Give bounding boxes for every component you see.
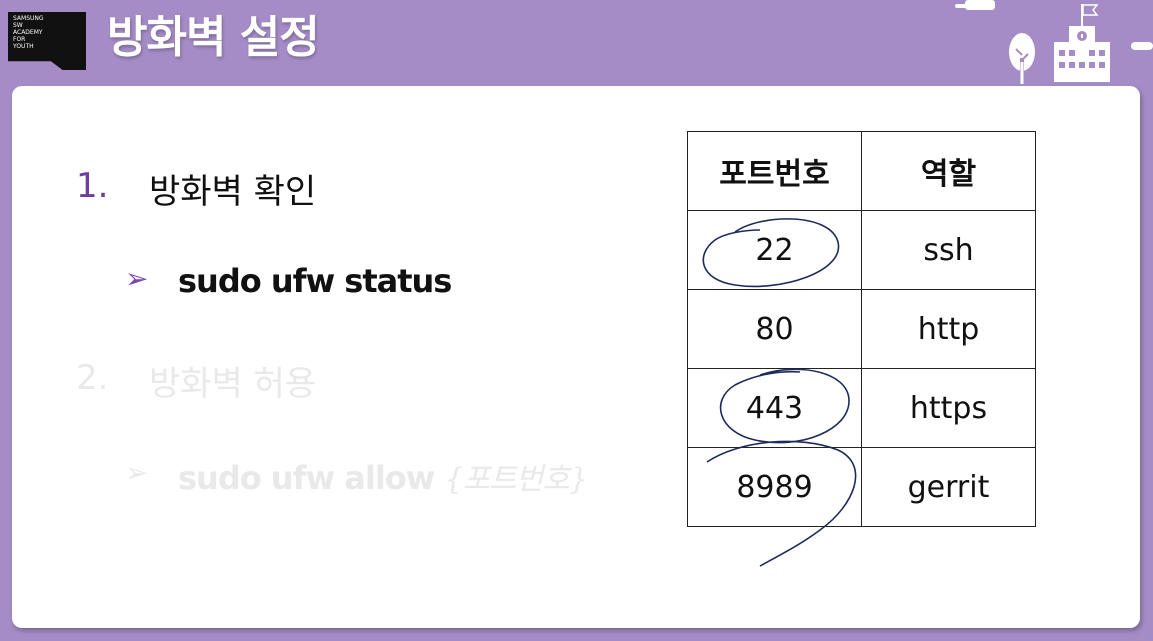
flag-icon: [1081, 4, 1099, 26]
ports-table: 포트번호 역할 22 ssh 80 http 443 https 8989 ge…: [687, 131, 1036, 527]
table-row: 8989 gerrit: [687, 447, 1036, 527]
port-cell: 8989: [687, 447, 862, 527]
arrow-bullet-icon: ➢: [125, 456, 149, 489]
table-row: 80 http: [687, 289, 1036, 369]
cloud-icon: [965, 0, 995, 10]
school-building-icon: [1054, 26, 1110, 82]
step-2-number: 2.: [76, 358, 109, 398]
step-2-command-arg: {포트번호}: [444, 462, 588, 497]
step-1-command: sudo ufw status: [178, 262, 452, 300]
table-row: 22 ssh: [687, 210, 1036, 290]
arrow-bullet-icon: ➢: [125, 262, 149, 295]
academy-logo: SAMSUNG SW ACADEMY FOR YOUTH: [8, 12, 86, 70]
role-cell: https: [861, 368, 1036, 448]
header-port-number: 포트번호: [687, 131, 862, 211]
tree-icon: [1009, 33, 1035, 84]
step-1-heading: 방화벽 확인: [149, 172, 317, 212]
table-row: 443 https: [687, 368, 1036, 448]
port-cell: 22: [687, 210, 862, 290]
role-cell: ssh: [861, 210, 1036, 290]
port-cell: 80: [687, 289, 862, 369]
step-2-heading: 방화벽 허용: [149, 364, 317, 404]
header-role: 역할: [861, 131, 1036, 211]
step-2-command: sudo ufw allow {포트번호}: [178, 454, 588, 498]
port-cell: 443: [687, 368, 862, 448]
table-header-row: 포트번호 역할: [687, 131, 1036, 211]
step-1-number: 1.: [76, 166, 109, 206]
school-decoration: [955, 0, 1153, 84]
step-2-command-text: sudo ufw allow: [178, 459, 435, 497]
logo-text: SAMSUNG SW ACADEMY FOR YOUTH: [13, 15, 44, 50]
page-title: 방화벽 설정: [107, 12, 320, 63]
role-cell: http: [861, 289, 1036, 369]
role-cell: gerrit: [861, 447, 1036, 527]
